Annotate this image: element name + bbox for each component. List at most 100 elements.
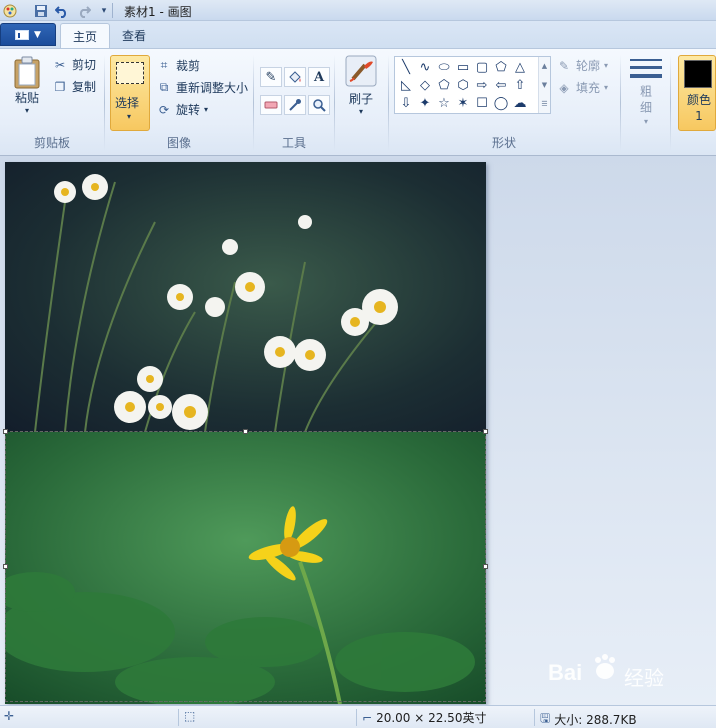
divider: [620, 55, 621, 151]
outline-button[interactable]: ✎ 轮廓 ▾: [556, 57, 608, 74]
eraser-icon[interactable]: [260, 95, 282, 115]
rotate-icon: ⟳: [158, 102, 170, 117]
chevron-down-icon: ▼: [34, 29, 41, 40]
clipboard-icon: [14, 56, 40, 89]
rectangle-shape[interactable]: ▭: [454, 58, 472, 76]
copy-button[interactable]: ❐ 复制: [52, 78, 96, 95]
tab-home[interactable]: 主页: [60, 23, 111, 48]
shapes-gallery[interactable]: ╲ ∿ ⬭ ▭ ▢ ⬠ △ ◺ ◇ ⬠ ⬡ ⇨ ⇦ ⇧ ⇩ ✦ ☆ ✶ ☐ ◯ …: [394, 56, 551, 114]
pencil-icon[interactable]: ✎: [260, 67, 282, 87]
right-triangle-shape[interactable]: ◺: [397, 76, 415, 94]
polygon-shape[interactable]: ⬠: [492, 58, 510, 76]
shapes-scroll[interactable]: ▲ ▼ ☰: [538, 57, 550, 113]
right-arrow-shape[interactable]: ⇨: [473, 76, 491, 94]
scroll-down-icon[interactable]: ▼: [542, 81, 547, 89]
scissors-icon: ✂: [54, 57, 66, 72]
file-size: 🖫 大小: 288.7KB: [540, 709, 637, 728]
paste-dropdown-icon: ▾: [24, 106, 29, 115]
selection-size: ⬚: [184, 709, 195, 723]
title-bar: ▾ 素材1 - 画图: [0, 0, 716, 21]
color1-swatch: [684, 60, 712, 88]
pentagon-shape[interactable]: ⬠: [435, 76, 453, 94]
redo-icon[interactable]: [76, 3, 92, 18]
crop-label: 裁剪: [176, 59, 201, 73]
tab-view[interactable]: 查看: [110, 23, 158, 48]
resize-button[interactable]: ⧉ 重新调整大小: [156, 79, 248, 96]
status-divider: [356, 709, 357, 726]
magnifier-icon[interactable]: [308, 95, 330, 115]
rect-callout-shape[interactable]: ☐: [473, 94, 491, 112]
select-dropdown-icon: ▾: [127, 112, 132, 121]
selection-icon: [116, 62, 144, 84]
selection-icon: ⬚: [184, 709, 196, 723]
text-icon[interactable]: A: [308, 67, 330, 87]
selection-rectangle[interactable]: [5, 431, 486, 702]
ribbon-tab-row: ▼ 主页 查看: [0, 21, 716, 48]
scroll-up-icon[interactable]: ▲: [542, 62, 547, 70]
cut-label: 剪切: [72, 58, 97, 72]
diamond-shape[interactable]: ◇: [416, 76, 434, 94]
color1-button[interactable]: 颜色 1: [678, 55, 716, 131]
rotate-button[interactable]: ⟳ 旋转 ▾: [156, 101, 208, 118]
image-dimensions: ⌐ 20.00 × 22.50英寸: [362, 709, 486, 726]
clipboard-group-label: 剪贴板: [33, 136, 70, 150]
outline-pen-icon: ✎: [558, 58, 570, 73]
fill-label: 填充: [576, 81, 601, 95]
line-shape[interactable]: ╲: [397, 58, 415, 76]
left-arrow-shape[interactable]: ⇦: [492, 76, 510, 94]
brushes-button[interactable]: 刷子 ▾: [340, 55, 382, 116]
resize-handle[interactable]: [483, 429, 488, 434]
color1-label: 颜色 1: [686, 93, 711, 123]
resize-handle[interactable]: [243, 429, 248, 434]
canvas-size-icon: ⌐: [362, 710, 373, 725]
brushes-dropdown-icon: ▾: [358, 107, 363, 116]
divider: [334, 55, 335, 151]
line-width-icon: [630, 59, 662, 78]
cloud-callout-shape[interactable]: ☁: [511, 94, 529, 112]
select-label: 选择: [115, 96, 140, 110]
color-picker-icon[interactable]: [284, 95, 306, 115]
shapes-group-label: 形状: [491, 136, 516, 150]
resize-handle[interactable]: [483, 564, 488, 569]
resize-icon: ⧉: [159, 80, 169, 94]
expand-icon[interactable]: ☰: [541, 100, 547, 108]
five-point-star-shape[interactable]: ☆: [435, 94, 453, 112]
status-divider: [534, 709, 535, 726]
fill-dropdown-icon: ▾: [604, 83, 609, 92]
clipboard-group: 粘贴 ▾ ✂ 剪切 ❐ 复制 剪贴板: [0, 49, 104, 155]
oval-shape[interactable]: ⬭: [435, 58, 453, 76]
fill-icon[interactable]: [284, 67, 306, 87]
crop-button[interactable]: ⌗ 裁剪: [156, 57, 200, 74]
fill-button[interactable]: ◈ 填充 ▾: [556, 79, 608, 96]
four-point-star-shape[interactable]: ✦: [416, 94, 434, 112]
status-bar: ✛ ⬚ ⌐ 20.00 × 22.50英寸 🖫 大小: 288.7KB: [0, 705, 716, 728]
up-arrow-shape[interactable]: ⇧: [511, 76, 529, 94]
size-button[interactable]: 粗细 ▾: [626, 57, 666, 126]
oval-callout-shape[interactable]: ◯: [492, 94, 510, 112]
file-size-text: 大小: 288.7KB: [554, 713, 637, 727]
resize-handle[interactable]: [3, 564, 8, 569]
triangle-shape[interactable]: △: [511, 58, 529, 76]
resize-handle[interactable]: [3, 429, 8, 434]
rotate-dropdown-icon: ▾: [204, 105, 209, 114]
outline-label: 轮廓: [576, 59, 601, 73]
watermark-text-a: Bai: [548, 660, 583, 685]
down-arrow-shape[interactable]: ⇩: [397, 94, 415, 112]
hexagon-shape[interactable]: ⬡: [454, 76, 472, 94]
cut-button[interactable]: ✂ 剪切: [52, 56, 96, 73]
save-icon[interactable]: [33, 3, 49, 18]
select-button[interactable]: 选择 ▾: [110, 55, 150, 131]
title-separator: [112, 3, 113, 18]
paint-app-icon[interactable]: [2, 3, 18, 18]
tools-group-label: 工具: [281, 136, 306, 150]
canvas-workspace: [0, 156, 716, 705]
window-title: 素材1 - 画图: [124, 5, 192, 19]
size-label: 粗细: [638, 85, 653, 117]
customize-dropdown-icon[interactable]: ▾: [96, 3, 112, 18]
six-point-star-shape[interactable]: ✶: [454, 94, 472, 112]
curve-shape[interactable]: ∿: [416, 58, 434, 76]
rounded-rectangle-shape[interactable]: ▢: [473, 58, 491, 76]
paint-menu-button[interactable]: ▼: [0, 23, 56, 46]
undo-icon[interactable]: [54, 3, 70, 18]
paste-button[interactable]: 粘贴 ▾: [8, 55, 46, 115]
